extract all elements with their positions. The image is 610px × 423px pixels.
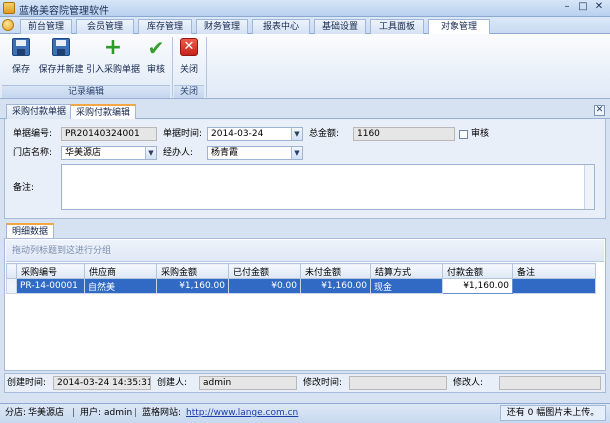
store-select[interactable]: 华美源店 ▼	[61, 146, 157, 160]
cell-note[interactable]	[512, 278, 596, 294]
tab-front-desk[interactable]: 前台管理	[20, 19, 72, 34]
user-label: 用户:	[80, 408, 102, 418]
cell-purchase-amount[interactable]: ¥1,160.00	[156, 278, 229, 294]
site-label: 蓝格网站:	[142, 408, 182, 418]
chevron-down-icon[interactable]: ▼	[291, 147, 302, 159]
document-tabs: 采购付款单据 采购付款编辑 ✕	[0, 102, 610, 119]
column-header[interactable]: 未付金额	[300, 263, 371, 279]
close-tab-icon[interactable]: ✕	[594, 105, 605, 116]
modifier-field	[499, 376, 601, 390]
tab-inventory[interactable]: 库存管理	[138, 19, 192, 34]
cell-settlement[interactable]: 现金	[370, 278, 443, 294]
tab-purchase-payment-edit[interactable]: 采购付款编辑	[70, 104, 137, 119]
cell-paid-amount[interactable]: ¥0.00	[228, 278, 301, 294]
handler-label: 经办人:	[163, 148, 194, 158]
branch-label: 分店:	[5, 408, 27, 418]
tab-reports[interactable]: 报表中心	[252, 19, 310, 34]
site-link[interactable]: http://www.lange.com.cn	[186, 404, 298, 422]
cell-payment-amount-editor[interactable]: ¥1,160.00	[442, 278, 513, 294]
upload-status: 还有 0 幅图片未上传。	[500, 405, 606, 421]
column-header[interactable]: 供应商	[84, 263, 157, 279]
tab-member[interactable]: 会员管理	[76, 19, 134, 34]
close-x-icon: ✕	[179, 38, 199, 58]
creator-label: 创建人:	[157, 378, 188, 388]
tab-purchase-payment-list[interactable]: 采购付款单据	[6, 104, 73, 119]
created-time-label: 创建时间:	[7, 378, 47, 388]
row-indicator-icon: ›	[6, 278, 17, 294]
import-purchase-order-button[interactable]: + 引入采购单据	[86, 36, 140, 84]
app-icon	[3, 2, 15, 14]
payment-form: 单据编号: PR20140324001 单据时间: 2014-03-24 ▼ 总…	[4, 119, 606, 219]
branch-value: 华美源店	[28, 408, 65, 418]
save-and-new-button[interactable]: 保存并新建	[38, 36, 84, 84]
floppy-new-icon	[51, 38, 71, 58]
tab-settings[interactable]: 基础设置	[314, 19, 366, 34]
modified-time-label: 修改时间:	[303, 378, 343, 388]
ribbon: 保存 保存并新建 + 引入采购单据 ✔ 审核 记录编辑 ✕ 关闭 关闭	[0, 34, 610, 99]
column-header[interactable]: 备注	[512, 263, 596, 279]
creator-field: admin	[199, 376, 297, 390]
approve-checkbox-label: 审核	[471, 129, 490, 139]
chevron-down-icon[interactable]: ▼	[145, 147, 156, 159]
remark-textarea[interactable]	[61, 164, 595, 210]
column-header[interactable]: 已付金额	[228, 263, 301, 279]
column-header[interactable]: 结算方式	[370, 263, 443, 279]
group-label-close: 关闭	[174, 85, 204, 98]
total-label: 总金额:	[309, 129, 340, 139]
column-header[interactable]: 采购金额	[156, 263, 229, 279]
tab-finance[interactable]: 财务管理	[196, 19, 248, 34]
close-window-button[interactable]: ✕	[592, 1, 606, 14]
save-button[interactable]: 保存	[6, 36, 36, 84]
status-divider: |	[72, 408, 76, 418]
approve-checkbox[interactable]	[459, 130, 468, 139]
status-divider: |	[134, 408, 138, 418]
group-by-hint[interactable]: 拖动列标题到这进行分组	[6, 240, 604, 262]
cell-supplier[interactable]: 自然美	[84, 278, 157, 294]
detail-grid-panel: 拖动列标题到这进行分组 采购编号 供应商 采购金额 已付金额 未付金额 结算方式…	[4, 238, 606, 371]
title-bar: 蓝格美容院管理软件 – □ ✕	[0, 0, 610, 17]
modifier-label: 修改人:	[453, 378, 484, 388]
doc-time-picker[interactable]: 2014-03-24 ▼	[207, 127, 303, 141]
tab-object-management[interactable]: 对象管理	[428, 19, 490, 35]
ribbon-group-separator	[206, 37, 207, 97]
chevron-down-icon[interactable]: ▼	[291, 128, 302, 140]
status-bar: 分店: 华美源店 | 用户: admin | 蓝格网站: http://www.…	[0, 403, 610, 423]
tab-tools[interactable]: 工具面板	[370, 19, 424, 34]
checkmark-icon: ✔	[147, 36, 165, 60]
ribbon-group-separator	[172, 37, 173, 97]
doc-time-label: 单据时间:	[163, 129, 203, 139]
maximize-button[interactable]: □	[576, 1, 590, 14]
floppy-save-icon	[11, 38, 31, 58]
window-title: 蓝格美容院管理软件	[19, 6, 109, 17]
modified-time-field	[349, 376, 447, 390]
app-menu-orb-icon[interactable]	[2, 19, 14, 31]
store-label: 门店名称:	[13, 148, 53, 158]
menu-tabs: 前台管理 会员管理 库存管理 财务管理 报表中心 基础设置 工具面板 对象管理	[0, 17, 610, 35]
tab-detail-data[interactable]: 明细数据	[6, 223, 55, 238]
record-info-row: 创建时间: 2014-03-24 14:35:31 创建人: admin 修改时…	[4, 373, 606, 393]
user-value: admin	[104, 408, 133, 418]
total-field: 1160	[353, 127, 455, 141]
remark-scrollbar[interactable]	[584, 165, 594, 209]
remark-label: 备注:	[13, 183, 35, 193]
detail-grid: 采购编号 供应商 采购金额 已付金额 未付金额 结算方式 付款金额 备注 › P…	[6, 263, 596, 294]
cell-unpaid-amount[interactable]: ¥1,160.00	[300, 278, 371, 294]
cell-po-no[interactable]: PR-14-00001	[16, 278, 85, 294]
column-header[interactable]: 付款金额	[442, 263, 513, 279]
handler-select[interactable]: 杨青霞 ▼	[207, 146, 303, 160]
minimize-button[interactable]: –	[560, 1, 574, 14]
row-indicator-header	[6, 263, 17, 279]
plus-icon: +	[103, 35, 123, 60]
doc-no-field: PR20140324001	[61, 127, 157, 141]
table-row[interactable]: › PR-14-00001 自然美 ¥1,160.00 ¥0.00 ¥1,160…	[6, 278, 596, 294]
created-time-field: 2014-03-24 14:35:31	[53, 376, 151, 390]
doc-no-label: 单据编号:	[13, 129, 53, 139]
close-button[interactable]: ✕ 关闭	[176, 36, 202, 84]
group-label-record-edit: 记录编辑	[2, 85, 170, 98]
approve-button[interactable]: ✔ 审核	[142, 36, 170, 84]
column-header[interactable]: 采购编号	[16, 263, 85, 279]
